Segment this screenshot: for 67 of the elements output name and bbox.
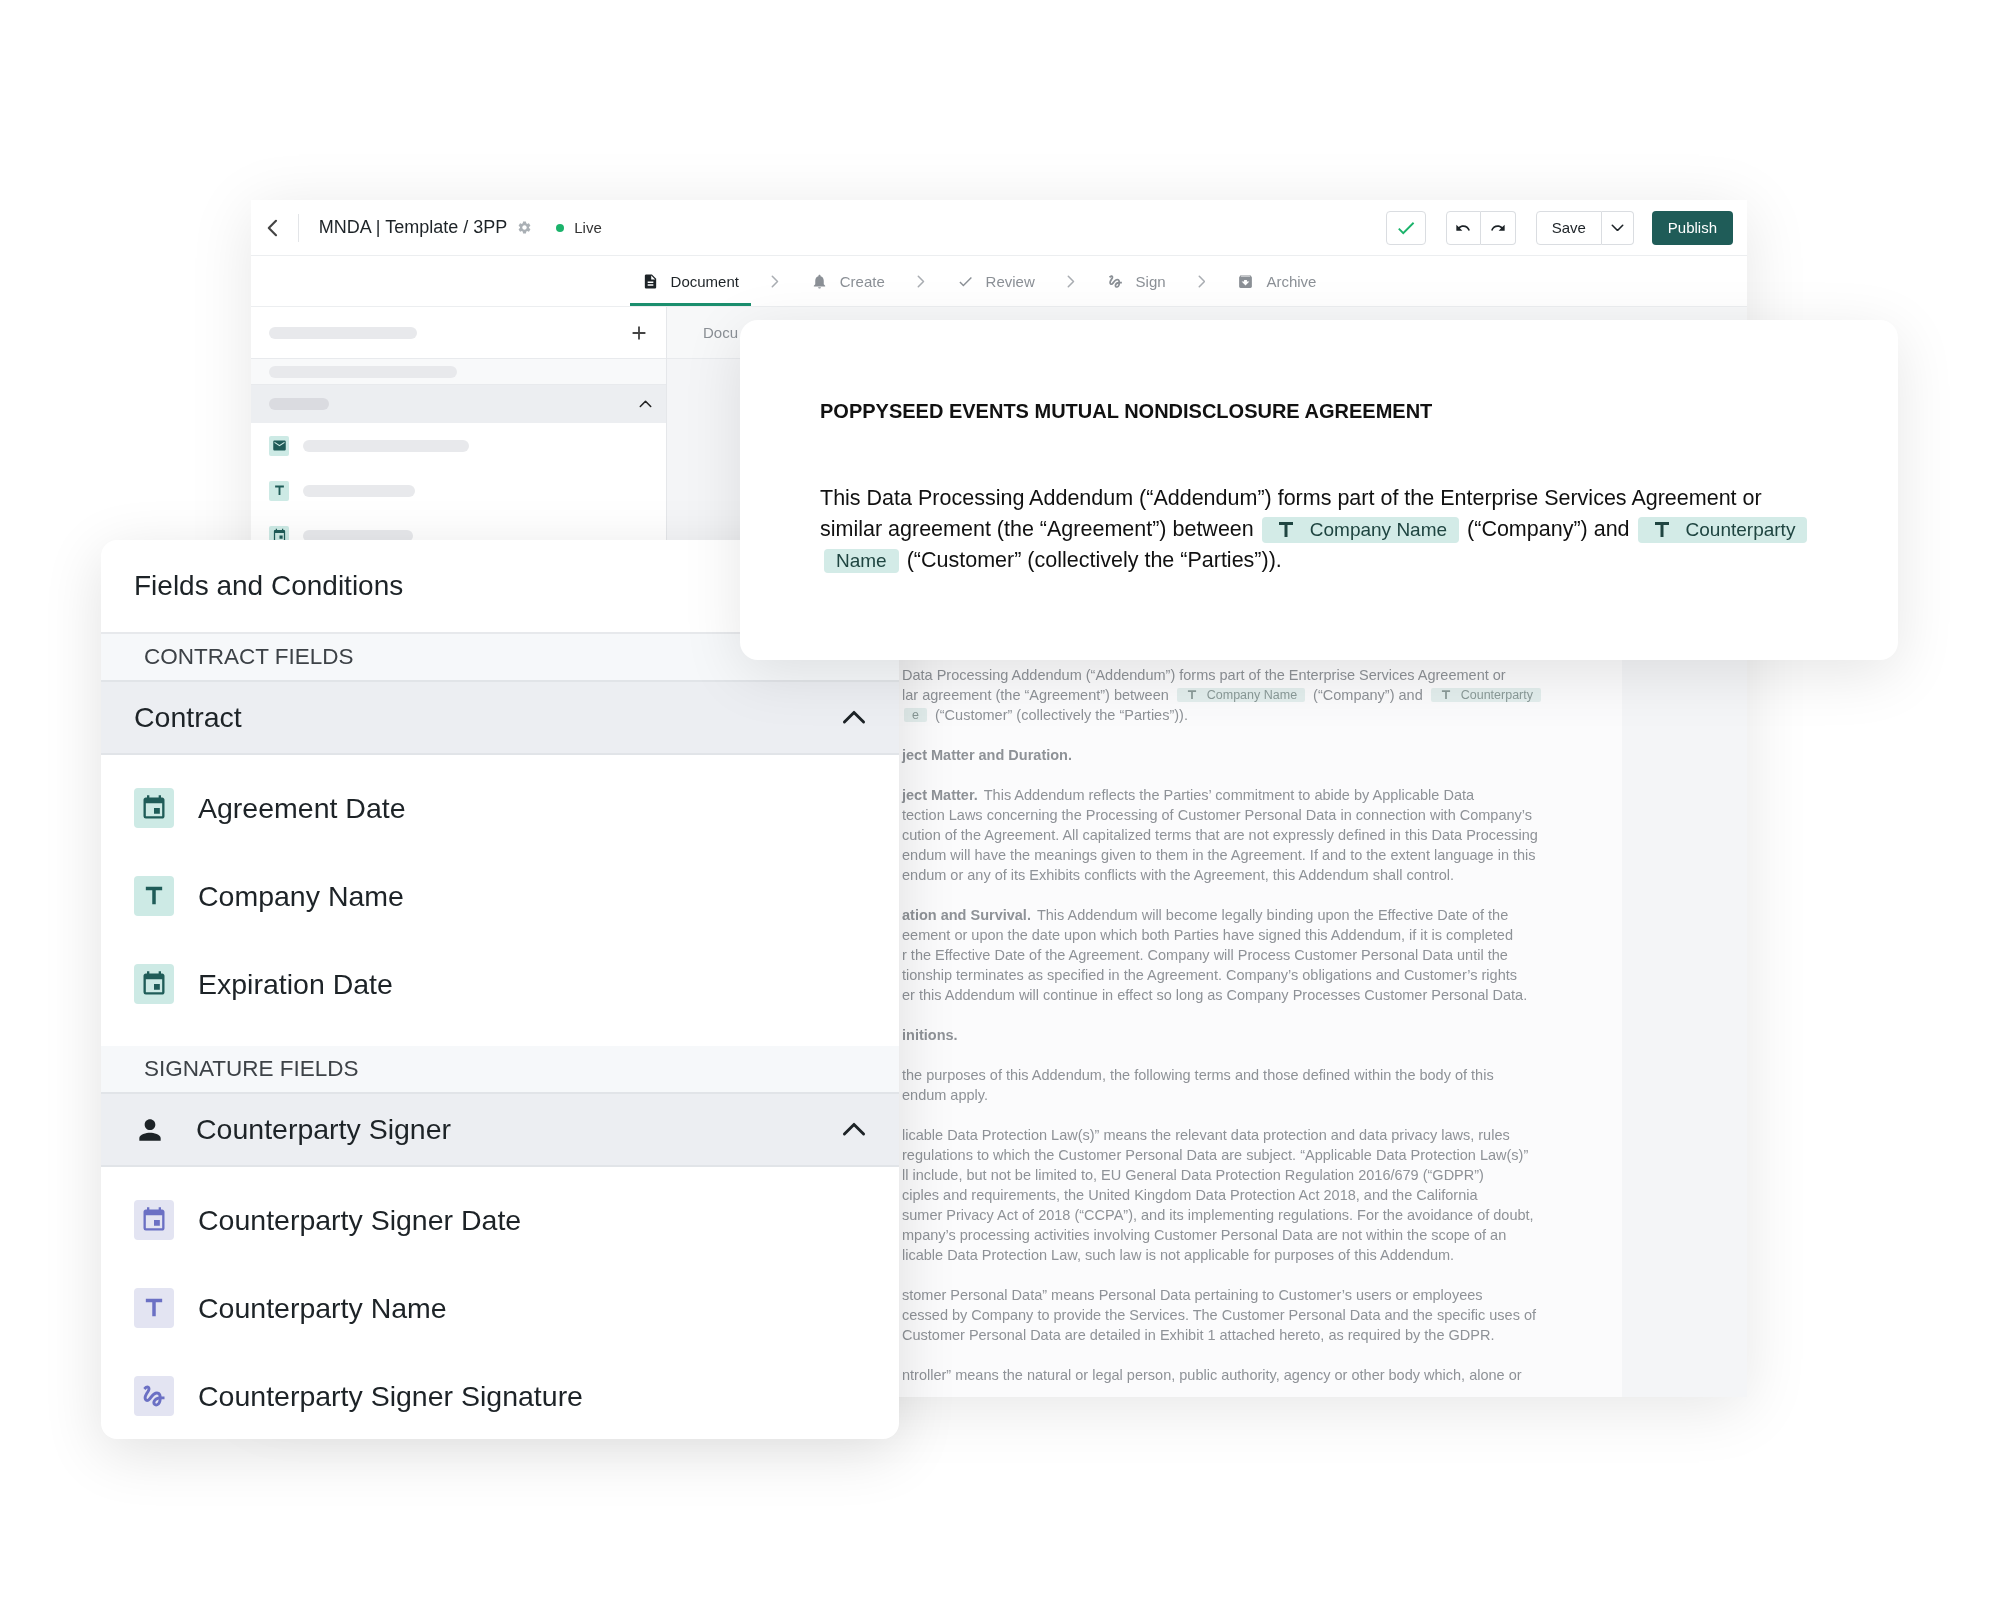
signature-icon [1106,272,1124,290]
document-line: sumer Privacy Act of 2018 (“CCPA”), and its implementing regulations. For the avoidance of doubt, [902,1206,1535,1225]
document-line: mpany’s processing activities involving Customer Personal Data are not within the scope of an [902,1226,1508,1245]
document-line: ation and Survival. This Addendum will become legally binding upon the Effective Date of the [902,906,1510,925]
document-line: er this Addendum will continue in effect so long as Company Processes Customer Personal Data. [902,986,1529,1005]
field-label[interactable]: Counterparty Signer Date [198,1203,522,1237]
section-heading: SIGNATURE FIELDS [101,1046,899,1094]
document-text: (“Customer” (collectively the “Parties”)). [934,707,1188,723]
document-line: endum apply. [902,1086,989,1105]
publish-button[interactable]: Publish [1651,210,1733,245]
document-line: tection Laws concerning the Processing of Customer Personal Data in connection with Company’s [902,806,1533,825]
document-text: (“Company”) and [1313,687,1423,703]
check-button[interactable] [1385,210,1426,245]
document-line: eement or upon the date upon which both Parties have signed this Addendum, if it is completed [902,926,1514,945]
document-line: Data Processing Addendum (“Addendum”) forms part of the Enterprise Services Agreement or [902,666,1507,685]
document-line: tionship terminates as specified in the Agreement. Company’s obligations and Customer’s rights [902,966,1518,985]
field-label[interactable]: Agreement Date [198,791,406,825]
paragraph-text: (“Company”) and [1467,517,1630,542]
document-line: ll include, but not be limited to, EU General Data Protection Regulation 2016/679 (“GDPR”) [902,1166,1485,1185]
chevron-right-icon [1066,274,1075,288]
caret-icon [1610,223,1624,232]
document-line: initions. [902,1026,959,1045]
envelope-icon [271,438,287,453]
field-label[interactable]: Company Name [198,879,404,913]
document-line: cution of the Agreement. All capitalized terms that are not expressly defined in this Data Processing [902,826,1539,845]
collapse-button[interactable] [639,400,652,408]
field-label[interactable]: Counterparty Signer Signature [198,1379,583,1413]
document-line: licable Data Protection Law, such law is not applicable for purposes of this Addendum. [902,1246,1456,1265]
agreement-title: POPPYSEED EVENTS MUTUAL NONDISCLOSURE AGREEMENT [820,400,1434,423]
field-label[interactable]: Expiration Date [198,967,393,1001]
document-line: ciples and requirements, the United Kingdom Data Protection Act 2018, and the California [902,1186,1479,1205]
document-line: cessed by Company to provide the Services. The Customer Personal Data and the specific uses of [902,1306,1538,1325]
chevron-left-icon [267,218,278,237]
undo-button[interactable] [1445,210,1481,245]
document-line: ject Matter and Duration. [902,746,1073,765]
field-chip[interactable]: Name [824,548,899,573]
save-options-button[interactable] [1601,210,1634,245]
document-title: MNDA | Template / 3PP [318,217,508,238]
document-text: lar agreement (the “Agreement”) between [902,687,1169,703]
field-label[interactable]: Counterparty Name [198,1291,447,1325]
document-line: the purposes of this Addendum, the following terms and those defined within the body of this [902,1066,1495,1085]
document-line: Customer Personal Data are detailed in Exhibit 1 attached hereto, as required by the GDPR. [902,1326,1496,1345]
chevron-right-icon [916,274,925,288]
paragraph-text: similar agreement (the “Agreement”) between [820,517,1254,542]
document-line: stomer Personal Data” means Personal Data pertaining to Customer’s users or employees [902,1286,1484,1305]
document-line: licable Data Protection Law(s)” means the relevant data protection and data privacy laws, rules [902,1126,1511,1145]
paragraph-line: This Data Processing Addendum (“Addendum”) forms part of the Enterprise Services Agreement or [820,485,1763,512]
chevron-up-icon [639,400,652,408]
status-label: Live [574,219,602,236]
archive-icon [1237,272,1255,290]
group-header[interactable]: Counterparty Signer [101,1094,899,1167]
save-button[interactable]: Save [1535,210,1602,245]
document-line: ject Matter. This Addendum reflects the Parties’ commitment to abide by Applicable Data [902,786,1476,805]
document-line: ntroller” means the natural or legal person, public authority, agency or other body which, alone or [902,1366,1523,1385]
group-header[interactable]: Contract [101,682,899,755]
document-line: endum will have the meanings given to them in the Agreement. If and to the extent language in this [902,846,1537,865]
status-dot [556,223,565,232]
chevron-right-icon [770,274,779,288]
back-button[interactable] [267,218,278,237]
field-chip[interactable]: Company Name [1261,516,1460,543]
document-line: r the Effective Date of the Agreement. Company will Process Customer Personal Data until the [902,946,1509,965]
redo-button[interactable] [1480,210,1516,245]
document-line: regulations to which the Customer Personal Data are subject. “Applicable Data Protection Law(s)” [902,1146,1530,1165]
paragraph-text: (“Customer” (collectively the “Parties”)). [906,548,1282,573]
document-line: endum or any of its Exhibits conflicts with the Agreement, this Addendum shall control. [902,866,1456,885]
chevron-right-icon [1197,274,1206,288]
field-chip[interactable]: Counterparty [1637,516,1808,543]
